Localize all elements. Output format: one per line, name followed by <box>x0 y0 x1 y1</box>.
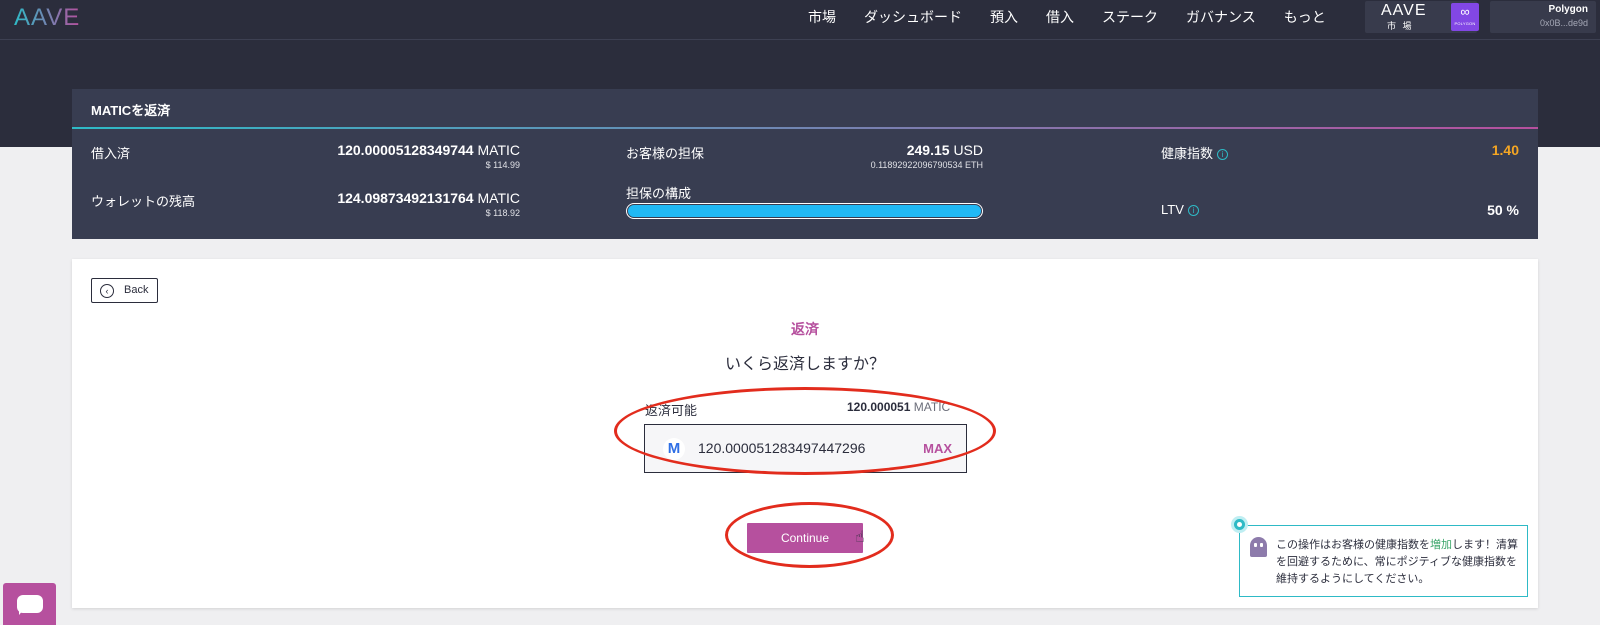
info-icon[interactable]: i <box>1187 205 1199 216</box>
health-factor-label: 健康指数 i <box>1161 143 1229 162</box>
chevron-left-icon: ‹ <box>100 284 114 298</box>
navbar: AAVE 市場 ダッシュボード 預入 借入 ステーク ガバナンス もっと AAV… <box>0 0 1600 40</box>
wallet-balance-usd: $ 118.92 <box>485 208 520 218</box>
collateral-eth: 0.11892922096790534 ETH <box>870 160 983 170</box>
polygon-icon: ∞ POLYGON <box>1451 3 1479 31</box>
aave-logo[interactable]: AAVE <box>14 4 80 32</box>
wallet-button[interactable]: Polygon 0x0B...de9d <box>1490 1 1596 33</box>
collateral-composition-bar <box>626 203 983 219</box>
ltv-label: LTV i <box>1161 202 1199 217</box>
chat-bubble-icon <box>17 595 43 615</box>
market-logo: AAVE <box>1381 2 1427 19</box>
annotation-circle-amount <box>614 387 996 475</box>
panel-title: MATICを返済 <box>91 103 171 118</box>
notice-text: この操作はお客様の健康指数を増加します！清算を回避するために、常にポジティブな健… <box>1276 539 1518 585</box>
menu-item-borrow[interactable]: 借入 <box>1046 7 1074 27</box>
wallet-balance-amount: 124.09873492131764 MATIC <box>337 190 520 206</box>
menu-item-dashboard[interactable]: ダッシュボード <box>864 7 962 27</box>
back-label: Back <box>124 284 149 296</box>
borrowed-amount: 120.00005128349744 MATIC <box>337 142 520 158</box>
borrowed-usd: $ 114.99 <box>485 160 520 170</box>
menu-item-governance[interactable]: ガバナンス <box>1186 7 1256 27</box>
notice-marker-icon <box>1231 516 1248 533</box>
menu-item-deposit[interactable]: 預入 <box>990 7 1018 27</box>
menu-item-more[interactable]: もっと <box>1284 7 1326 27</box>
wallet-address: 0x0B...de9d <box>1539 18 1588 28</box>
collateral-label: お客様の担保 <box>626 146 705 161</box>
annotation-circle-continue <box>725 502 894 568</box>
collateral-composition-fill <box>628 205 981 217</box>
repay-title: 返済 <box>791 321 819 337</box>
health-notice: この操作はお客様の健康指数を増加します！清算を回避するために、常にポジティブな健… <box>1239 525 1528 597</box>
back-button[interactable]: ‹ Back <box>91 278 158 303</box>
gradient-divider <box>72 127 1538 129</box>
borrowed-label: 借入済 <box>91 146 131 161</box>
menu-item-stake[interactable]: ステーク <box>1102 7 1158 27</box>
main-menu: 市場 ダッシュボード 預入 借入 ステーク ガバナンス もっと <box>808 0 1354 34</box>
wallet-network: Polygon <box>1548 4 1588 15</box>
wallet-balance-label: ウォレットの残高 <box>91 194 196 209</box>
menu-item-markets[interactable]: 市場 <box>808 7 836 27</box>
ghost-icon <box>1250 537 1267 557</box>
market-selector[interactable]: AAVE 市 場 ∞ POLYGON <box>1365 1 1479 33</box>
health-factor-value: 1.40 <box>1491 142 1519 158</box>
chat-button[interactable] <box>3 583 56 625</box>
collateral-composition-label: 担保の構成 <box>626 186 692 201</box>
info-icon[interactable]: i <box>1217 149 1229 160</box>
collateral-amount: 249.15 USD <box>906 142 983 158</box>
repay-summary-panel: MATICを返済 借入済 120.00005128349744 MATIC $ … <box>72 89 1538 239</box>
ltv-value: 50 % <box>1487 202 1519 218</box>
repay-question: いくら返済しますか？ <box>724 356 885 373</box>
market-label: 市 場 <box>1387 21 1414 31</box>
